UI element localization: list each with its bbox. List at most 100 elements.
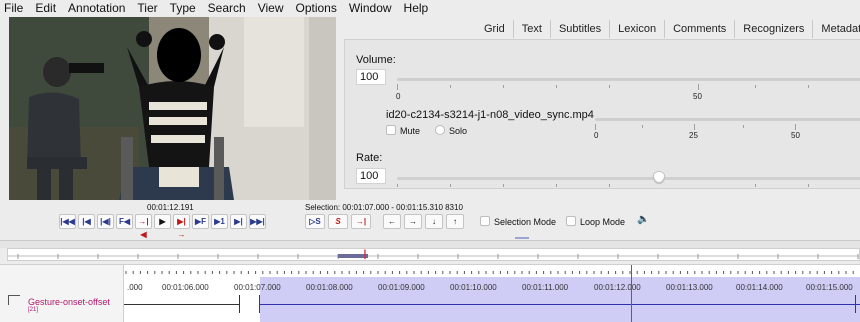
selection-mode-checkbox[interactable] — [480, 216, 490, 226]
menu-help[interactable]: Help — [404, 1, 429, 15]
volume-tick — [503, 85, 504, 88]
elan-window: File Edit Annotation Tier Type Search Vi… — [0, 0, 860, 322]
tab-recognizers[interactable]: Recognizers — [734, 20, 813, 38]
volume-tick — [397, 84, 398, 90]
tab-subtitles[interactable]: Subtitles — [549, 20, 610, 38]
divider-grip-icon[interactable] — [515, 237, 529, 239]
annotation-bar-selected[interactable] — [260, 304, 860, 305]
media-volume-tick — [743, 125, 744, 128]
ruler-label: 00:01:08.000 — [306, 283, 353, 292]
arrow-left-button[interactable]: ← — [383, 214, 401, 229]
rate-value-field[interactable]: 100 — [356, 168, 386, 184]
previous-second-button[interactable]: |◀| — [97, 214, 114, 229]
next-second-button[interactable]: ▶1 — [211, 214, 228, 229]
selection-time-display: Selection: 00:01:07.000 - 00:01:15.310 8… — [305, 203, 463, 212]
menu-search[interactable]: Search — [208, 1, 246, 15]
video-viewer[interactable] — [9, 17, 336, 200]
ruler-label: 00:01:12.000 — [594, 283, 641, 292]
mute-label: Mute — [400, 126, 421, 136]
volume-tick — [808, 85, 809, 88]
next-frame-button[interactable]: ▶F — [192, 214, 209, 229]
volume-scale-label: 50 — [693, 92, 702, 101]
volume-tick — [609, 85, 610, 88]
play-button[interactable]: ▶ — [154, 214, 171, 229]
tier-label-column: Gesture-onset-offset [21] — [0, 265, 124, 322]
crosshair-cursor-line — [631, 265, 632, 322]
controls-panel: Volume: 100 0 50 id20-c2134-s3214-j1-n08… — [344, 39, 860, 189]
volume-scale-label: 0 — [396, 92, 401, 101]
tab-comments[interactable]: Comments — [664, 20, 735, 38]
speaker-icon[interactable]: 🔈 — [637, 214, 649, 225]
media-volume-scale-label: 25 — [689, 131, 698, 140]
annotation-boundary[interactable] — [259, 295, 260, 313]
media-volume-scale-label: 50 — [791, 131, 800, 140]
media-volume-tick — [694, 124, 695, 130]
tab-grid[interactable]: Grid — [476, 20, 513, 38]
rate-slider-track — [397, 177, 860, 180]
play-selection-button[interactable]: ▷S — [305, 214, 325, 229]
solo-control[interactable]: Solo — [435, 125, 467, 136]
rate-tick — [609, 184, 610, 187]
tab-text[interactable]: Text — [512, 20, 550, 38]
play-to-start-button[interactable]: →|◀ — [135, 214, 152, 239]
clear-selection-button[interactable]: S — [328, 214, 348, 229]
menu-window[interactable]: Window — [349, 1, 392, 15]
loop-mode-checkbox[interactable] — [566, 216, 576, 226]
media-volume-tick — [595, 124, 596, 130]
arrow-down-button[interactable]: ↓ — [425, 214, 443, 229]
menu-bar: File Edit Annotation Tier Type Search Vi… — [0, 0, 860, 16]
menu-file[interactable]: File — [4, 1, 23, 15]
ruler-label: 00:01:07.000 — [234, 283, 281, 292]
ruler-label: .000 — [127, 283, 143, 292]
arrow-up-button[interactable]: ↑ — [446, 214, 464, 229]
next-scrollview-button[interactable]: ▶| — [230, 214, 247, 229]
previous-scrollview-button[interactable]: |◀ — [78, 214, 95, 229]
rate-tick — [450, 184, 451, 187]
media-filename: id20-c2134-s3214-j1-n08_video_sync.mp4 — [386, 109, 594, 121]
rate-tick — [556, 184, 557, 187]
arrow-right-button[interactable]: → — [404, 214, 422, 229]
tab-metadata[interactable]: Metadata — [812, 20, 860, 38]
annotation-bar-left[interactable] — [124, 304, 240, 305]
go-to-end-button[interactable]: ▶▶| — [249, 214, 266, 229]
tier-expander-icon[interactable] — [8, 295, 20, 305]
overview-cursor-icon[interactable]: I — [360, 245, 370, 263]
mute-checkbox[interactable] — [386, 125, 396, 135]
mute-control[interactable]: Mute — [386, 125, 420, 136]
overview-ticks — [8, 254, 859, 259]
go-to-begin-button[interactable]: |◀◀ — [59, 214, 76, 229]
volume-value-field[interactable]: 100 — [356, 69, 386, 85]
loop-mode-control[interactable]: Loop Mode — [566, 216, 625, 227]
annotation-boundary[interactable] — [239, 295, 240, 313]
tier-annotation-count: [21] — [28, 307, 39, 313]
ruler-label: 00:01:06.000 — [162, 283, 209, 292]
play-to-end-button[interactable]: ▶|→ — [173, 214, 190, 239]
selection-mode-label: Selection Mode — [494, 217, 557, 227]
menu-options[interactable]: Options — [296, 1, 337, 15]
timeline-viewer[interactable]: ▲▼ Gesture-onset-offset [21] .000 00:01:… — [0, 264, 860, 322]
video-frame-image — [9, 17, 336, 200]
media-volume-tick — [642, 125, 643, 128]
tier-name-label[interactable]: Gesture-onset-offset — [28, 297, 110, 307]
menu-view[interactable]: View — [258, 1, 284, 15]
annotation-boundary[interactable] — [855, 295, 856, 313]
solo-radio[interactable] — [435, 125, 445, 135]
rate-slider-thumb[interactable] — [653, 171, 666, 183]
tab-strip: Grid Text Subtitles Lexicon Comments Rec… — [476, 20, 860, 38]
menu-type[interactable]: Type — [170, 1, 196, 15]
panel-divider[interactable] — [0, 237, 860, 248]
menu-tier[interactable]: Tier — [137, 1, 157, 15]
overview-ruler[interactable]: I — [7, 245, 860, 263]
volume-tick — [698, 84, 699, 90]
volume-tick — [556, 85, 557, 88]
ruler-label: 00:01:15.000 — [806, 283, 853, 292]
volume-tick — [450, 85, 451, 88]
menu-annotation[interactable]: Annotation — [68, 1, 125, 15]
menu-edit[interactable]: Edit — [35, 1, 56, 15]
selection-mode-control[interactable]: Selection Mode — [480, 216, 556, 227]
rate-label: Rate: — [356, 152, 383, 164]
tab-lexicon[interactable]: Lexicon — [609, 20, 665, 38]
previous-frame-button[interactable]: F◀ — [116, 214, 133, 229]
solo-label: Solo — [449, 126, 468, 136]
selection-to-end-button[interactable]: →| — [351, 214, 371, 229]
